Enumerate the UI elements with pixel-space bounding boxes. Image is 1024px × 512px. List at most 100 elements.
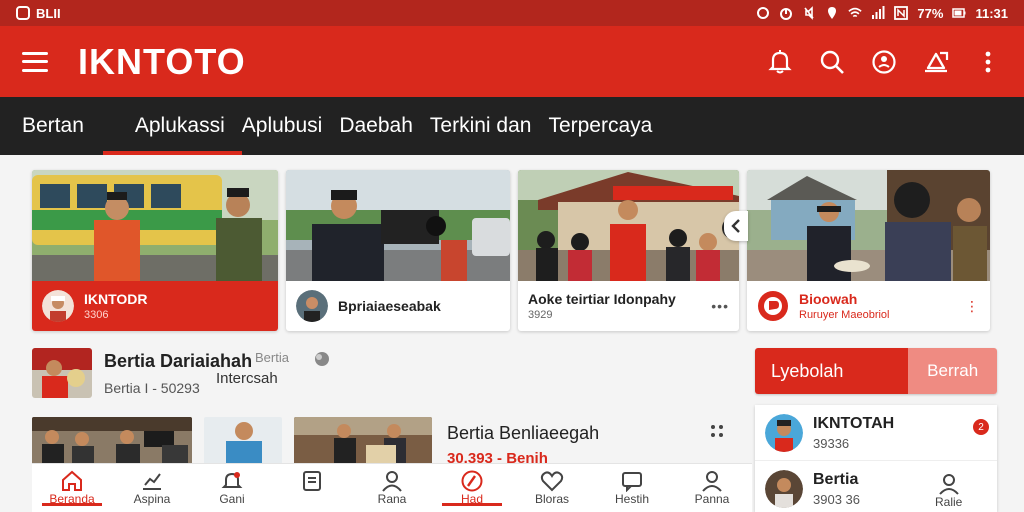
news-photo (747, 170, 990, 281)
search-icon (820, 50, 844, 74)
document-icon (303, 471, 321, 491)
nav-had[interactable]: Had (432, 464, 512, 506)
avatar (765, 413, 803, 452)
avatar (296, 290, 328, 322)
tab-bertan[interactable]: Bertan (22, 97, 101, 155)
sync-icon (757, 7, 770, 19)
card-subtitle: 3929 (528, 309, 553, 321)
account-button[interactable] (870, 48, 898, 76)
segment-secondary[interactable]: Berrah (908, 348, 997, 394)
location-icon (828, 7, 837, 19)
news-thumbnail[interactable] (294, 417, 432, 467)
featured-card[interactable]: IKNTODR 3306 (32, 170, 278, 331)
tab-daebah[interactable]: Daebah (339, 97, 430, 155)
featured-cards: IKNTODR 3306 Bpriaiaeseabak Aoke teirtia… (32, 170, 990, 331)
card-subtitle: Ruruyer Maeobriol (799, 309, 890, 321)
carousel-prev-button[interactable] (724, 211, 748, 241)
featured-card[interactable]: Bioowah Ruruyer Maeobriol ⋮ (747, 170, 990, 331)
list-item[interactable]: IKNTOTAH 39336 2 (755, 405, 997, 461)
chart-icon (143, 473, 161, 490)
more-vertical-icon[interactable]: ⋮ (965, 298, 980, 315)
share-button[interactable] (922, 48, 950, 76)
nav-ralie[interactable]: Ralie (935, 473, 962, 509)
share-icon (925, 51, 949, 72)
tab-aplubusi[interactable]: Aplubusi (242, 97, 340, 155)
compass-icon (461, 470, 483, 492)
news-category-label: Intercsah (216, 370, 278, 387)
tab-terkini-dan[interactable]: Terkini dan (430, 97, 549, 155)
home-icon (62, 470, 82, 491)
featured-card[interactable]: Aoke teirtiar Idonpahy 3929 ••• (518, 170, 739, 331)
nav-hestih[interactable]: Hestih (592, 464, 672, 506)
news-list-item[interactable]: Bertia Benliaeegah 30.393 - Benih (447, 423, 599, 467)
card-subtitle: 3306 (84, 309, 109, 321)
news-photo (286, 170, 510, 281)
tab-terpercaya[interactable]: Terpercaya (548, 97, 669, 155)
status-bar: BLII 77% 11:31 (0, 0, 1024, 26)
news-tag: Bertia (255, 350, 333, 367)
bell-icon (768, 49, 792, 73)
nav-panna[interactable]: Panna (672, 464, 752, 506)
globe-icon (314, 351, 329, 366)
battery-icon (952, 8, 966, 18)
segment-primary[interactable]: Lyebolah (755, 348, 909, 394)
list-item-sub: 3903 36 (813, 492, 860, 507)
card-title: Bpriaiaeseabak (338, 298, 441, 314)
app-title: IKNTOTO (78, 40, 246, 82)
user-icon (702, 471, 722, 492)
news-photo (518, 170, 739, 281)
news-thumbnail[interactable] (32, 417, 192, 467)
nav-gani[interactable]: Gani (192, 464, 272, 506)
account-circle-icon (872, 49, 896, 74)
card-title: Aoke teirtiar Idonpahy (528, 291, 676, 307)
more-horizontal-icon[interactable]: ••• (711, 298, 729, 314)
play-logo-icon (758, 291, 788, 321)
list-item-sub: 39336 (813, 435, 850, 451)
clock-time: 11:31 (975, 5, 1008, 21)
card-title: IKNTODR (84, 291, 148, 307)
nav-documents[interactable] (272, 464, 352, 492)
signal-icon (872, 6, 885, 19)
list-item-title: Bertia (813, 471, 859, 488)
notification-bell-button[interactable] (766, 48, 794, 76)
avatar (42, 290, 74, 322)
more-vertical-icon (985, 51, 991, 72)
nav-aspina[interactable]: Aspina (112, 464, 192, 506)
segmented-control: Lyebolah Berrah (755, 348, 997, 394)
heart-icon (540, 471, 564, 492)
avatar (765, 470, 803, 508)
news-title: Bertia Benliaeegah (447, 423, 600, 443)
news-list-item[interactable]: Bertia Dariaiahah Bertia I - 50293 (32, 347, 732, 399)
wifi-icon (848, 7, 863, 18)
mute-icon (804, 6, 815, 20)
overflow-menu-button[interactable] (974, 48, 1002, 76)
news-thumbnail[interactable] (204, 417, 282, 467)
nav-beranda[interactable]: Beranda (32, 464, 112, 506)
profile-icon (938, 474, 959, 495)
card-title: Bioowah (799, 291, 858, 307)
nav-rana[interactable]: Rana (352, 464, 432, 506)
bottom-navigation: Beranda Aspina Gani Rana Had Bloras Hest… (32, 463, 752, 512)
notification-badge: 2 (973, 419, 989, 435)
news-thumbnail (32, 348, 92, 398)
hamburger-menu-icon[interactable] (22, 51, 48, 72)
drag-handle-icon[interactable] (710, 424, 724, 441)
bell-icon (221, 472, 243, 488)
app-notification-icon (16, 6, 30, 20)
message-icon (622, 472, 642, 492)
list-item-title: IKNTOTAH (813, 414, 895, 432)
featured-card[interactable]: Bpriaiaeseabak (286, 170, 510, 331)
news-photo (32, 170, 278, 281)
alarm-icon (780, 8, 793, 20)
news-title: Bertia Dariaiahah (104, 350, 253, 371)
category-tabs: Bertan Aplukassi Aplubusi Daebah Terkini… (0, 97, 1024, 155)
chevron-left-icon (731, 219, 740, 233)
nfc-icon (894, 6, 909, 20)
thumbnail-row (32, 417, 432, 467)
nav-bloras[interactable]: Bloras (512, 464, 592, 506)
person-icon (382, 471, 402, 492)
status-left-text: BLII (36, 5, 61, 21)
tab-aplukassi[interactable]: Aplukassi (102, 97, 242, 155)
search-button[interactable] (818, 48, 846, 76)
battery-level: 77% (917, 5, 944, 21)
